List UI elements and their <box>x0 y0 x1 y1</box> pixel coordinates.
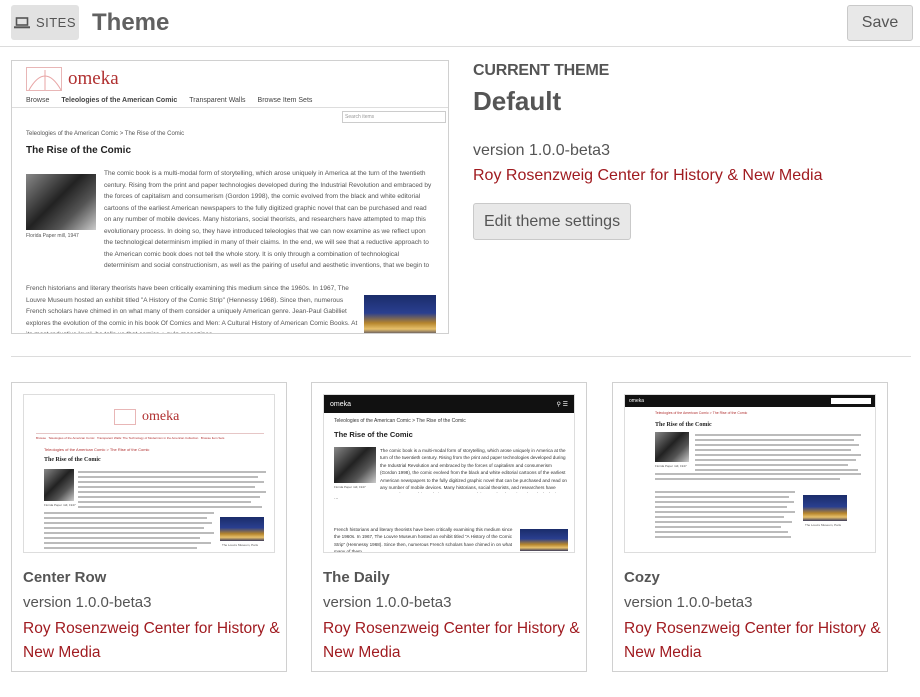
header-bar: SITES Theme Save <box>0 0 920 47</box>
theme-card-cozy[interactable]: omeka Teleologies of the American Comic … <box>612 382 888 672</box>
theme-card-the-daily[interactable]: omeka ⚲ ☰ Teleologies of the American Co… <box>311 382 587 672</box>
current-theme-label: CURRENT THEME <box>473 62 610 79</box>
preview-nav-item: Transparent Walls: The Technology of Mod… <box>96 436 199 440</box>
preview-breadcrumb: Teleologies of the American Comic > The … <box>655 411 748 415</box>
theme-author-link[interactable]: Roy Rosenzweig Center for History & New … <box>23 617 281 665</box>
theme-version: version 1.0.0-beta3 <box>624 594 753 611</box>
sites-button[interactable]: SITES <box>11 5 79 40</box>
preview-logo-text: omeka <box>330 400 352 408</box>
omeka-logo-mark-icon <box>114 409 136 425</box>
theme-name: Center Row <box>23 569 107 586</box>
preview-nav-item: Browse Item Sets <box>200 436 225 440</box>
preview-caption: The Louvre Museum, Paris <box>222 543 259 547</box>
preview-logo-text: omeka <box>142 409 180 424</box>
preview-logo-text: omeka <box>629 398 645 404</box>
theme-version: version 1.0.0-beta3 <box>23 594 152 611</box>
preview-breadcrumb: Teleologies of the American Comic > The … <box>44 447 150 452</box>
preview-image <box>220 517 264 541</box>
preview-logo: omeka <box>114 409 179 425</box>
preview-divider <box>36 433 264 434</box>
preview-image <box>520 529 568 551</box>
preview-logo-text: omeka <box>68 68 119 89</box>
preview-nav: Browse Teleologies of the American Comic… <box>36 436 264 440</box>
preview-header-bar: omeka <box>625 395 875 407</box>
preview-caption: Florida Paper mill, 1947 <box>44 503 76 507</box>
theme-name: The Daily <box>323 569 390 586</box>
preview-caption: The Louvre Museum, Paris <box>805 523 842 527</box>
preview-caption: Florida Paper mill, 1947 <box>26 233 79 239</box>
preview-nav: Browse Teleologies of the American Comic… <box>26 97 312 104</box>
preview-image <box>44 469 74 501</box>
theme-preview: omeka Teleologies of the American Comic … <box>625 395 875 552</box>
preview-header-bar: omeka ⚲ ☰ <box>324 395 574 413</box>
preview-paragraph: The comic book is a multi-modal form of … <box>104 170 432 269</box>
preview-caption: Florida Paper mill, 1947 <box>655 464 687 468</box>
omeka-logo-mark-icon <box>26 67 62 91</box>
theme-author-link[interactable]: Roy Rosenzweig Center for History & New … <box>323 617 581 665</box>
preview-divider <box>12 107 448 108</box>
section-divider <box>11 356 911 357</box>
preview-article-title: The Rise of the Comic <box>334 430 413 439</box>
current-theme-name: Default <box>473 86 562 116</box>
preview-text-lines <box>78 471 266 511</box>
preview-image <box>655 432 689 462</box>
preview-nav-item: Teleologies of the American Comic <box>48 436 95 440</box>
laptop-icon <box>13 16 30 28</box>
theme-version: version 1.0.0-beta3 <box>323 594 452 611</box>
theme-preview: omeka Browse Teleologies of the American… <box>24 395 274 552</box>
theme-thumbnail[interactable]: omeka Browse Teleologies of the American… <box>23 394 275 553</box>
search-menu-icon: ⚲ ☰ <box>556 401 568 408</box>
preview-breadcrumb: Teleologies of the American Comic > The … <box>26 131 185 137</box>
save-button[interactable]: Save <box>847 5 913 41</box>
preview-logo: omeka <box>26 67 119 91</box>
edit-theme-settings-button[interactable]: Edit theme settings <box>473 203 632 240</box>
preview-nav-item: Browse <box>26 97 50 104</box>
preview-caption: Florida Paper mill, 1947 <box>334 485 366 489</box>
preview-text-lines <box>655 473 861 483</box>
preview-paragraph: The comic book is a multi-modal form of … <box>380 448 567 493</box>
sites-label: SITES <box>35 15 77 30</box>
preview-image <box>364 295 436 333</box>
preview-article-title: The Rise of the Comic <box>26 145 132 156</box>
preview-paragraph: French historians and literary theorists… <box>334 527 513 553</box>
current-theme-info: CURRENT THEME Default version 1.0.0-beta… <box>473 62 903 240</box>
preview-search: Search items <box>342 111 446 123</box>
theme-author-link[interactable]: Roy Rosenzweig Center for History & New … <box>624 617 882 665</box>
current-theme-preview: omeka Browse Teleologies of the American… <box>12 61 448 333</box>
page-title: Theme <box>92 9 170 36</box>
preview-nav-item: Teleologies of the American Comic <box>61 97 178 104</box>
preview-nav-item: Browse Item Sets <box>257 97 313 104</box>
preview-search <box>831 398 871 404</box>
theme-thumbnail[interactable]: omeka Teleologies of the American Comic … <box>624 394 876 553</box>
current-theme-version: version 1.0.0-beta3 <box>473 142 610 159</box>
preview-nav-item: Browse <box>36 436 47 440</box>
preview-image <box>334 447 376 483</box>
theme-preview: omeka ⚲ ☰ Teleologies of the American Co… <box>324 395 574 552</box>
theme-name: Cozy <box>624 569 660 586</box>
current-theme-author-link[interactable]: Roy Rosenzweig Center for History & New … <box>473 167 903 185</box>
preview-paragraph: French historians and literary theorists… <box>26 285 358 333</box>
theme-card-center-row[interactable]: omeka Browse Teleologies of the American… <box>11 382 287 672</box>
preview-nav-item: Transparent Walls <box>189 97 246 104</box>
theme-thumbnail[interactable]: omeka ⚲ ☰ Teleologies of the American Co… <box>323 394 575 553</box>
preview-image <box>803 495 847 521</box>
preview-text-lines <box>695 434 861 474</box>
preview-paragraph: … <box>334 495 339 500</box>
preview-article-title: The Rise of the Comic <box>655 422 712 428</box>
preview-breadcrumb: Teleologies of the American Comic > The … <box>334 418 466 424</box>
preview-text-lines <box>44 512 214 552</box>
preview-article-title: The Rise of the Comic <box>44 457 101 463</box>
current-theme-thumbnail: omeka Browse Teleologies of the American… <box>11 60 449 334</box>
preview-text-lines <box>655 491 795 541</box>
preview-image <box>26 174 96 230</box>
